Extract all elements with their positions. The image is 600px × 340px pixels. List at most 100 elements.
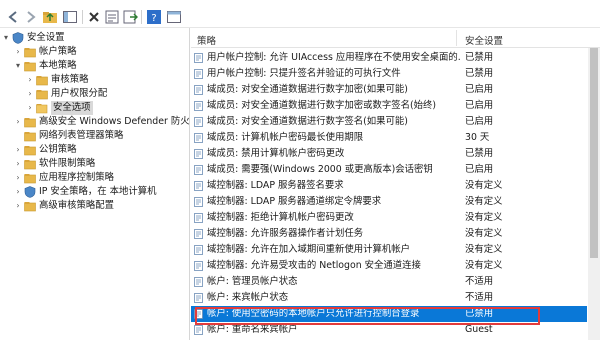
policy-setting-value: 不适用 <box>465 292 494 303</box>
policy-setting-value: 已启用 <box>465 116 494 127</box>
scrollbar-thumb[interactable] <box>590 48 598 258</box>
expand-arrow-icon[interactable]: › <box>14 143 22 157</box>
export-list-icon[interactable] <box>122 9 138 25</box>
red-highlight-box <box>195 307 540 325</box>
policy-name: 域成员: 需要强(Windows 2000 或更高版本)会话密钥 <box>207 164 433 175</box>
tree-item-label: 应用程序控制策略 <box>39 172 115 183</box>
policy-row[interactable]: 域控制器: 允许易受攻击的 Netlogon 安全通道连接 没有定义 <box>191 258 587 274</box>
expand-arrow-icon[interactable]: › <box>14 115 22 129</box>
tree-item-label: 软件限制策略 <box>39 158 96 169</box>
policy-name: 域成员: 对安全通道数据进行数字签名(如果可能) <box>207 116 408 127</box>
tree-item[interactable]: › 应用程序控制策略 <box>14 171 189 185</box>
policy-setting-value: 已禁用 <box>465 148 494 159</box>
help-icon[interactable]: ? <box>146 9 162 25</box>
policy-setting-value: 已禁用 <box>465 68 494 79</box>
window-icon[interactable] <box>166 9 182 25</box>
tree-item[interactable]: › 用户权限分配 <box>26 87 189 101</box>
expand-arrow-icon[interactable]: › <box>14 199 22 213</box>
tree-item[interactable]: › IP 安全策略，在 本地计算机 <box>14 185 189 199</box>
expand-arrow-icon[interactable]: › <box>26 87 34 101</box>
list-header: 策略 安全设置 <box>191 28 600 48</box>
expand-arrow-icon[interactable]: › <box>14 185 22 199</box>
column-divider[interactable] <box>456 30 457 46</box>
column-header-policy[interactable]: 策略 <box>197 33 216 47</box>
tree-item[interactable]: › 高级安全 Windows Defender 防火墙 <box>14 115 189 129</box>
policy-row[interactable]: 域成员: 对安全通道数据进行数字签名(如果可能) 已启用 <box>191 114 587 130</box>
column-header-setting[interactable]: 安全设置 <box>465 33 503 47</box>
toolbar: ? <box>0 6 600 28</box>
shield-icon <box>12 32 24 44</box>
tree-item[interactable]: ▾ 本地策略 <box>14 59 189 73</box>
tree-item-label: 网络列表管理器策略 <box>39 130 124 141</box>
tree-item[interactable]: › 软件限制策略 <box>14 157 189 171</box>
tree-item-label: 本地策略 <box>39 60 77 71</box>
expand-arrow-icon[interactable]: › <box>14 45 22 59</box>
tree-item-label: 公钥策略 <box>39 144 77 155</box>
policy-name: 用户帐户控制: 只提升签名并验证的可执行文件 <box>207 68 401 79</box>
expand-arrow-icon[interactable]: › <box>14 171 22 185</box>
policy-row[interactable]: 域成员: 对安全通道数据进行数字加密(如果可能) 已启用 <box>191 82 587 98</box>
policy-row[interactable]: 域成员: 计算机帐户密码最长使用期限 30 天 <box>191 130 587 146</box>
tree-item[interactable]: › 审核策略 <box>26 73 189 87</box>
policy-row[interactable]: 帐户: 来宾帐户状态 不适用 <box>191 290 587 306</box>
policy-item-icon <box>194 229 204 239</box>
tree-item-label: 高级审核策略配置 <box>39 200 115 211</box>
tree-item[interactable]: 网络列表管理器策略 <box>14 129 189 143</box>
policy-row[interactable]: 用户帐户控制: 允许 UIAccess 应用程序在不使用安全桌面的... 已禁用 <box>191 50 587 66</box>
policy-row[interactable]: 域控制器: LDAP 服务器签名要求 没有定义 <box>191 178 587 194</box>
folder-icon <box>24 46 36 58</box>
policy-name: 域控制器: 拒绝计算机帐户密码更改 <box>207 212 354 223</box>
expand-arrow-icon[interactable]: › <box>14 157 22 171</box>
expand-arrow-icon[interactable]: › <box>26 101 34 115</box>
policy-setting-value: 不适用 <box>465 276 494 287</box>
policy-row[interactable]: 域成员: 需要强(Windows 2000 或更高版本)会话密钥 已启用 <box>191 162 587 178</box>
tree-item-label: IP 安全策略，在 本地计算机 <box>39 186 157 197</box>
tree-item-label: 审核策略 <box>51 74 89 85</box>
policy-row[interactable]: 域控制器: LDAP 服务器通道绑定令牌要求 没有定义 <box>191 194 587 210</box>
vertical-scrollbar[interactable] <box>588 48 600 340</box>
policy-name: 域控制器: 允许服务器操作者计划任务 <box>207 228 364 239</box>
policy-list-pane: 策略 安全设置 用户帐户控制: 允许 UIAccess 应用程序在不使用安全桌面… <box>191 28 600 340</box>
policy-row[interactable]: 帐户: 管理员帐户状态 不适用 <box>191 274 587 290</box>
tree-item[interactable]: ▾ 安全设置 <box>2 31 189 45</box>
policy-item-icon <box>194 149 204 159</box>
delete-icon[interactable] <box>86 9 102 25</box>
policy-name: 域成员: 对安全通道数据进行数字加密(如果可能) <box>207 84 408 95</box>
policy-name: 域控制器: LDAP 服务器签名要求 <box>207 180 344 191</box>
policy-item-icon <box>194 213 204 223</box>
toolbar-separator <box>141 10 142 24</box>
policy-row[interactable]: 用户帐户控制: 只提升签名并验证的可执行文件 已禁用 <box>191 66 587 82</box>
policy-item-icon <box>194 293 204 303</box>
back-arrow-icon[interactable] <box>6 9 22 25</box>
forward-arrow-icon[interactable] <box>22 9 38 25</box>
policy-item-icon <box>194 53 204 63</box>
tree-item-label: 安全设置 <box>27 32 65 43</box>
policy-item-icon <box>194 245 204 255</box>
policy-row[interactable]: 域控制器: 允许服务器操作者计划任务 没有定义 <box>191 226 587 242</box>
policy-row[interactable]: 域控制器: 允许在加入域期间重新使用计算机帐户 没有定义 <box>191 242 587 258</box>
policy-item-icon <box>194 117 204 127</box>
show-hide-tree-icon[interactable] <box>62 9 78 25</box>
tree-item[interactable]: › 帐户策略 <box>14 45 189 59</box>
policy-setting-value: 没有定义 <box>465 260 503 271</box>
policy-setting-value: 已禁用 <box>465 52 494 63</box>
properties-icon[interactable] <box>104 9 120 25</box>
collapse-arrow-icon[interactable]: ▾ <box>2 31 10 45</box>
folder-icon <box>24 172 36 184</box>
tree-item[interactable]: › 高级审核策略配置 <box>14 199 189 213</box>
policy-row[interactable]: 域成员: 禁用计算机帐户密码更改 已禁用 <box>191 146 587 162</box>
tree-item[interactable]: › 安全选项 <box>26 101 189 115</box>
up-folder-icon[interactable] <box>42 9 58 25</box>
policy-item-icon <box>194 277 204 287</box>
collapse-arrow-icon[interactable]: ▾ <box>14 59 22 73</box>
policy-row[interactable]: 域成员: 对安全通道数据进行数字加密或数字签名(始终) 已启用 <box>191 98 587 114</box>
policy-name: 域成员: 禁用计算机帐户密码更改 <box>207 148 345 159</box>
policy-name: 用户帐户控制: 允许 UIAccess 应用程序在不使用安全桌面的... <box>207 52 461 63</box>
policy-item-icon <box>194 165 204 175</box>
tree-item[interactable]: › 公钥策略 <box>14 143 189 157</box>
folder-icon <box>24 116 36 128</box>
tree-item-label: 安全选项 <box>51 101 93 115</box>
expand-arrow-icon[interactable]: › <box>26 73 34 87</box>
policy-row[interactable]: 域控制器: 拒绝计算机帐户密码更改 没有定义 <box>191 210 587 226</box>
policy-setting-value: 没有定义 <box>465 228 503 239</box>
